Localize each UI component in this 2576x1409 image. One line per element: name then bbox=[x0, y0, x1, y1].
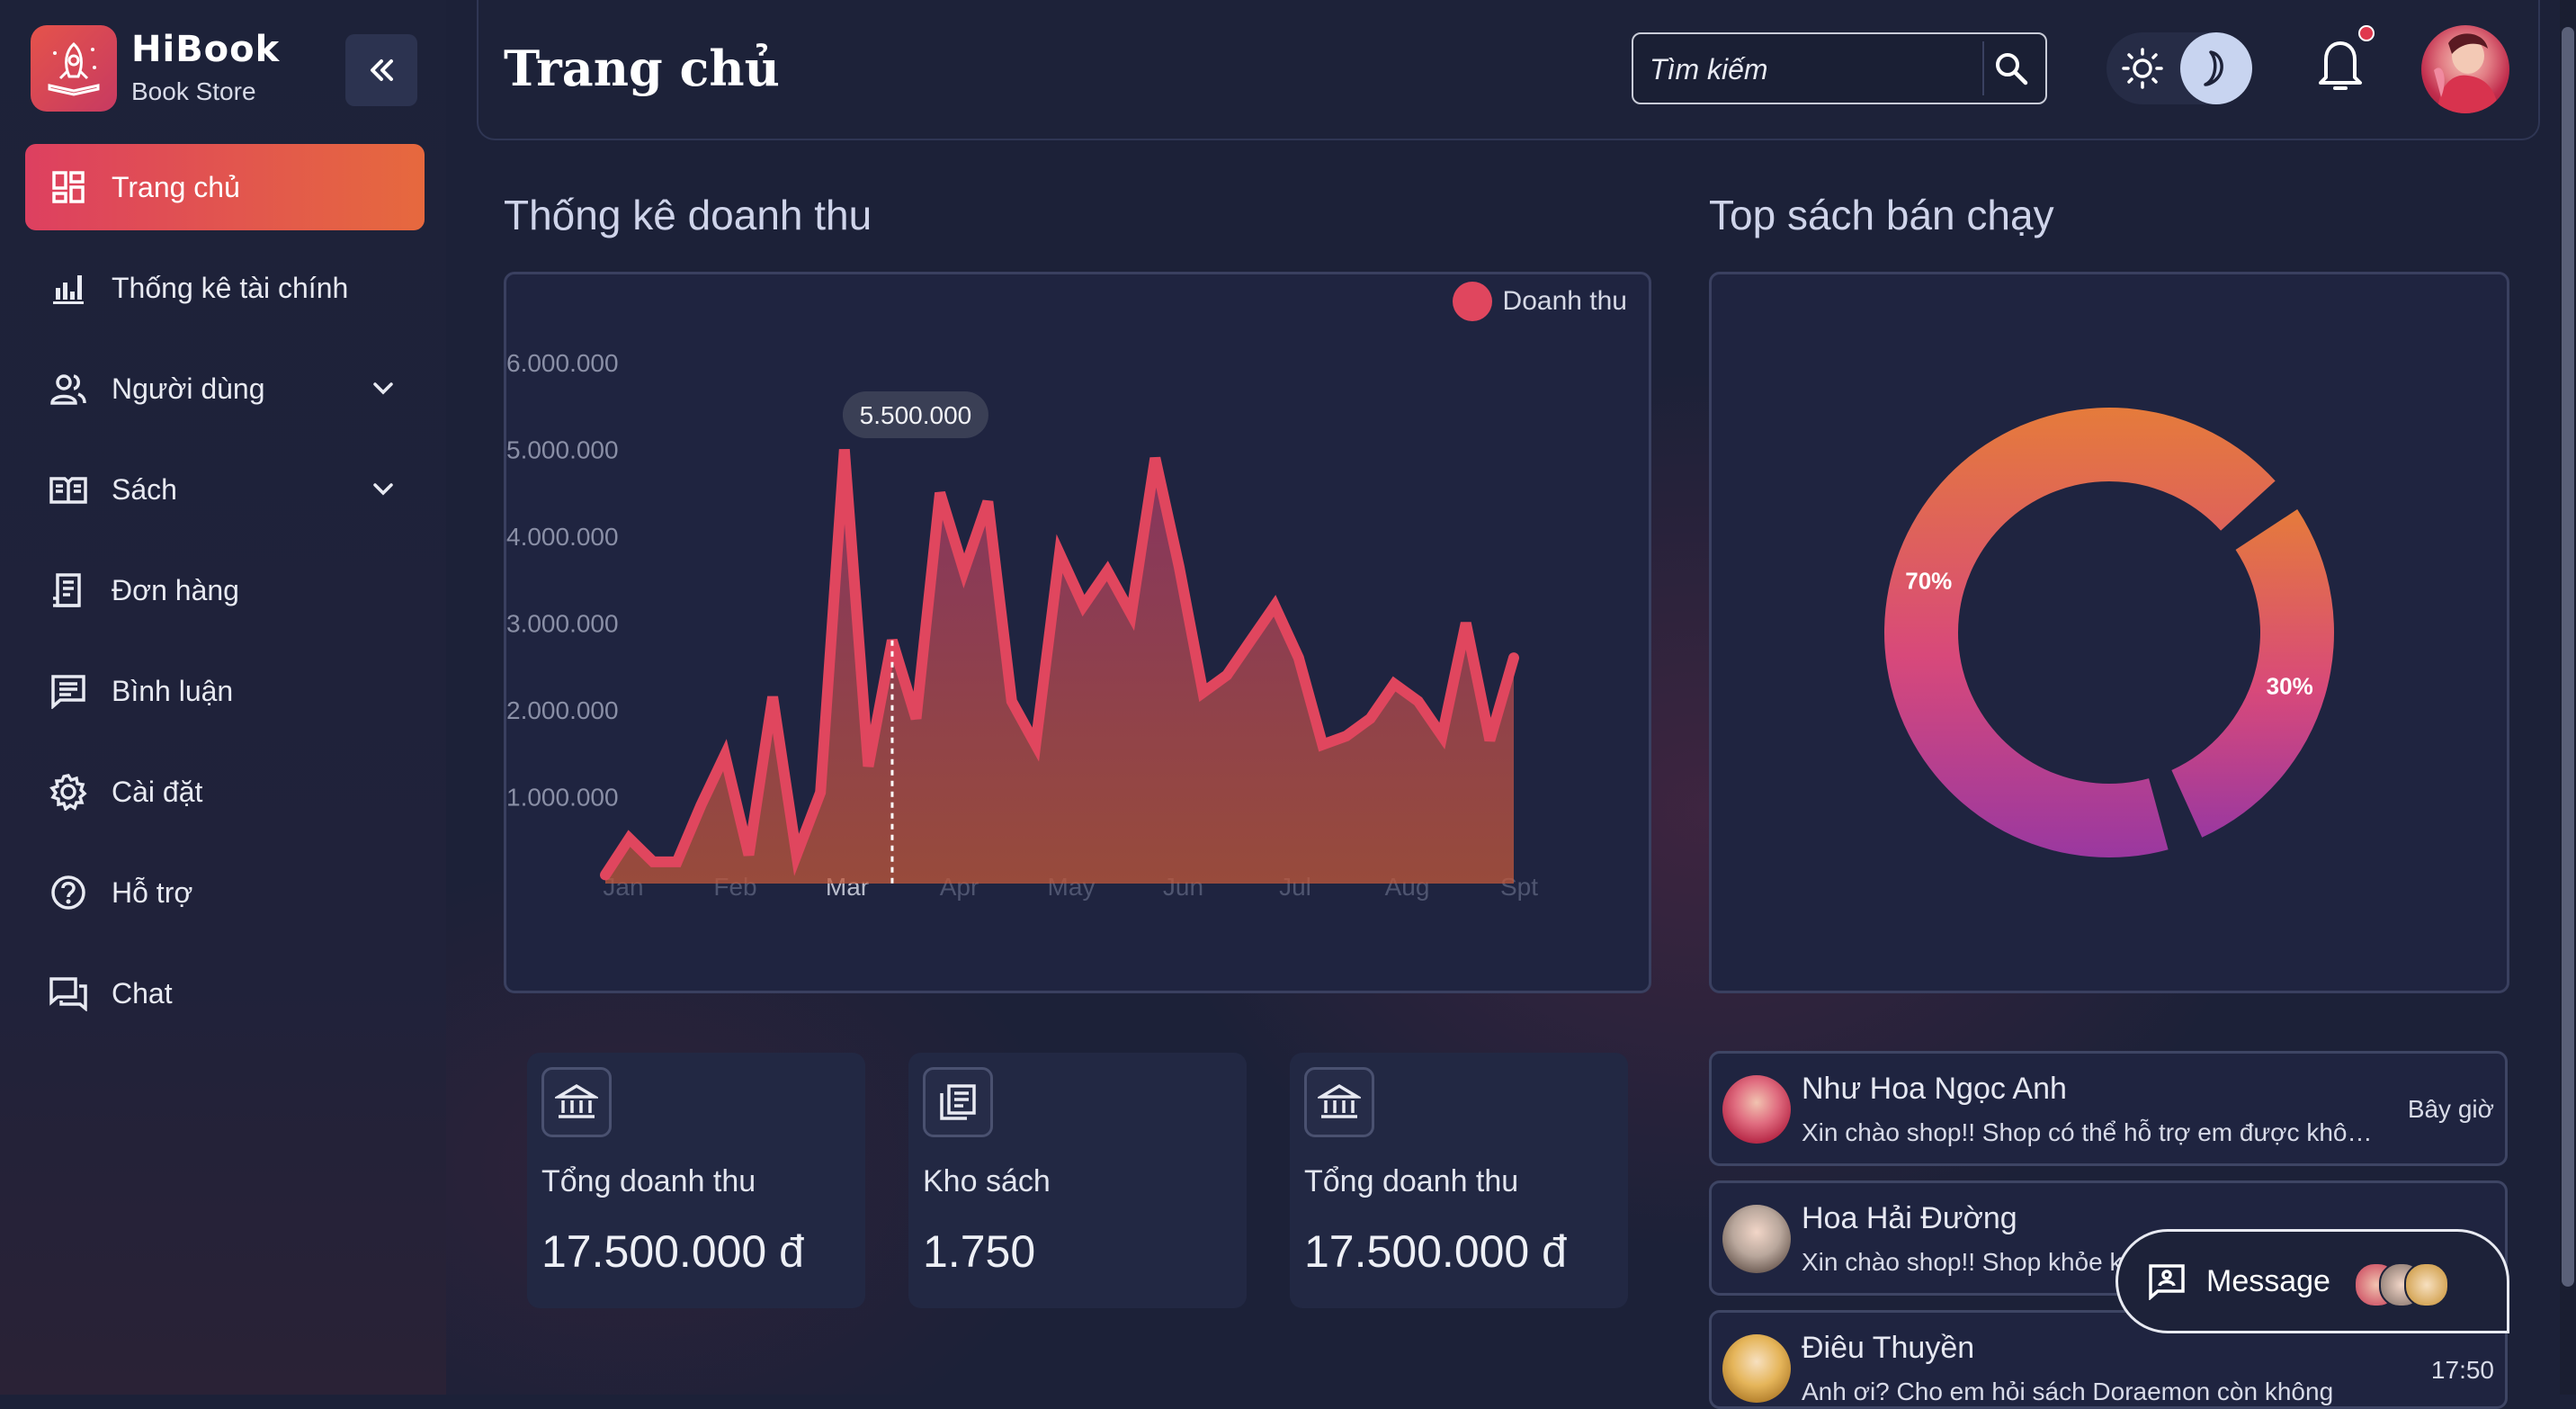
comment-icon bbox=[49, 671, 88, 711]
notification-badge bbox=[2358, 25, 2375, 41]
chart-tooltip: 5.500.000 bbox=[842, 391, 988, 438]
y-tick-label: 3.000.000 bbox=[506, 610, 619, 638]
sidebar-nav: Trang chủ Thống kê tài chính Người dùng … bbox=[25, 144, 425, 1051]
message-time: 17:50 bbox=[2430, 1356, 2494, 1384]
sidebar-item-label: Sách bbox=[112, 472, 177, 506]
sidebar-item-label: Người dùng bbox=[112, 372, 265, 405]
chat-icon bbox=[49, 974, 88, 1013]
sidebar-item-label: Chat bbox=[112, 976, 173, 1010]
brand-subtitle: Book Store bbox=[131, 77, 256, 105]
stat-card-book-stock: Kho sách 1.750 bbox=[908, 1053, 1247, 1308]
sidebar-item-don-hang[interactable]: Đơn hàng bbox=[25, 547, 425, 633]
y-tick-label: 1.000.000 bbox=[506, 784, 619, 812]
sidebar-item-label: Đơn hàng bbox=[112, 573, 239, 606]
chevron-down-icon[interactable] bbox=[369, 475, 398, 504]
double-chevron-left-icon bbox=[371, 59, 393, 81]
message-icon bbox=[2149, 1264, 2185, 1300]
scrollbar-thumb[interactable] bbox=[2562, 27, 2574, 1287]
bar-chart-icon bbox=[49, 268, 88, 308]
dashboard-icon bbox=[49, 167, 88, 207]
message-preview: Xin chào shop!! Shop có thể hỗ trợ em đư… bbox=[1802, 1118, 2377, 1146]
stat-label: Tổng doanh thu bbox=[541, 1164, 756, 1198]
stat-card-total-revenue: Tổng doanh thu 17.500.000 đ bbox=[527, 1053, 865, 1308]
stat-value: 1.750 bbox=[923, 1226, 1036, 1277]
bell-icon[interactable] bbox=[2312, 34, 2369, 99]
stat-label: Tổng doanh thu bbox=[1304, 1164, 1519, 1198]
sidebar: HiBook Book Store Trang chủ Thống kê tài… bbox=[0, 0, 446, 1395]
help-icon bbox=[49, 873, 88, 912]
y-tick-label: 5.000.000 bbox=[506, 436, 619, 464]
message-sender: Điêu Thuyền bbox=[1802, 1331, 1975, 1365]
collapse-sidebar-button[interactable] bbox=[345, 34, 417, 106]
sidebar-item-chat[interactable]: Chat bbox=[25, 950, 425, 1037]
sidebar-item-label: Trang chủ bbox=[112, 170, 240, 203]
search-icon bbox=[1996, 53, 2028, 85]
message-avatar bbox=[1722, 1334, 1791, 1403]
light-mode-button[interactable] bbox=[2114, 40, 2171, 97]
message-launcher-label: Message bbox=[2206, 1264, 2330, 1298]
moon-icon bbox=[2204, 50, 2223, 86]
receipt-icon bbox=[49, 570, 88, 610]
message-sender: Hoa Hải Đường bbox=[1802, 1201, 2017, 1235]
donut-slice-label: 70% bbox=[1905, 568, 1952, 595]
sidebar-item-cai-dat[interactable]: Cài đặt bbox=[25, 749, 425, 835]
message-avatar bbox=[1722, 1075, 1791, 1144]
revenue-chart[interactable]: 1.000.000 2.000.000 3.000.000 4.000.000 5.00… bbox=[506, 274, 1649, 991]
sidebar-item-binh-luan[interactable]: Bình luận bbox=[25, 648, 425, 734]
page-title: Trang chủ bbox=[504, 40, 780, 97]
stat-label: Kho sách bbox=[923, 1164, 1051, 1198]
sidebar-item-label: Cài đặt bbox=[112, 775, 203, 808]
sun-icon bbox=[2122, 48, 2163, 89]
legend-swatch bbox=[1452, 282, 1492, 321]
message-item[interactable]: Như Hoa Ngọc Anh Xin chào shop!! Shop có… bbox=[1709, 1051, 2508, 1166]
search-box bbox=[1632, 32, 2047, 104]
chevron-down-icon[interactable] bbox=[369, 374, 398, 403]
book-rocket-icon bbox=[48, 41, 100, 96]
stat-value: 17.500.000 đ bbox=[541, 1226, 804, 1277]
stat-card-total-revenue-2: Tổng doanh thu 17.500.000 đ bbox=[1290, 1053, 1628, 1308]
library-icon bbox=[923, 1067, 993, 1137]
brand-name: HiBook bbox=[131, 29, 281, 70]
stat-value: 17.500.000 đ bbox=[1304, 1226, 1567, 1277]
y-tick-label: 4.000.000 bbox=[506, 523, 619, 551]
y-tick-label: 2.000.000 bbox=[506, 696, 619, 724]
message-time: Bây giờ bbox=[2407, 1095, 2494, 1123]
donut-slice-label: 30% bbox=[2267, 672, 2313, 699]
sidebar-item-ho-tro[interactable]: Hỗ trợ bbox=[25, 849, 425, 936]
sidebar-item-sach[interactable]: Sách bbox=[25, 446, 425, 533]
search-input[interactable] bbox=[1648, 47, 1993, 92]
top-books-donut-chart[interactable]: 70% 30% bbox=[1712, 274, 2507, 991]
sidebar-item-thong-ke-tai-chinh[interactable]: Thống kê tài chính bbox=[25, 245, 425, 331]
chart-legend[interactable]: Doanh thu bbox=[1452, 274, 1627, 328]
sidebar-item-label: Thống kê tài chính bbox=[112, 271, 349, 304]
tooltip-value: 5.500.000 bbox=[860, 401, 972, 429]
message-launcher-button[interactable]: Message bbox=[2115, 1229, 2509, 1333]
sidebar-item-trang-chu[interactable]: Trang chủ bbox=[25, 144, 425, 230]
top-books-section-title: Top sách bán chạy bbox=[1709, 192, 2054, 238]
participant-avatar bbox=[2404, 1262, 2449, 1307]
avatar-photo bbox=[2434, 33, 2499, 113]
message-avatar bbox=[1722, 1205, 1791, 1273]
search-button[interactable] bbox=[1982, 41, 2038, 95]
revenue-chart-card: 1.000.000 2.000.000 3.000.000 4.000.000 5.00… bbox=[504, 272, 1651, 993]
message-preview: Anh ơi? Cho em hỏi sách Doraemon còn khô… bbox=[1802, 1378, 2334, 1405]
gear-icon bbox=[49, 772, 88, 812]
sidebar-item-label: Hỗ trợ bbox=[112, 875, 193, 909]
revenue-section-title: Thống kê doanh thu bbox=[504, 192, 872, 238]
bank-icon bbox=[1304, 1067, 1374, 1137]
user-avatar[interactable] bbox=[2421, 25, 2509, 113]
message-sender: Như Hoa Ngọc Anh bbox=[1802, 1072, 2067, 1106]
y-tick-label: 6.000.000 bbox=[506, 349, 619, 377]
bank-icon bbox=[541, 1067, 612, 1137]
dark-mode-button[interactable] bbox=[2180, 32, 2252, 104]
logo[interactable] bbox=[31, 25, 117, 112]
users-icon bbox=[49, 369, 88, 408]
top-books-card: 70% 30% bbox=[1709, 272, 2509, 993]
book-open-icon bbox=[49, 470, 88, 509]
sidebar-item-label: Bình luận bbox=[112, 674, 234, 707]
sidebar-item-nguoi-dung[interactable]: Người dùng bbox=[25, 346, 425, 432]
legend-label: Doanh thu bbox=[1502, 286, 1627, 316]
